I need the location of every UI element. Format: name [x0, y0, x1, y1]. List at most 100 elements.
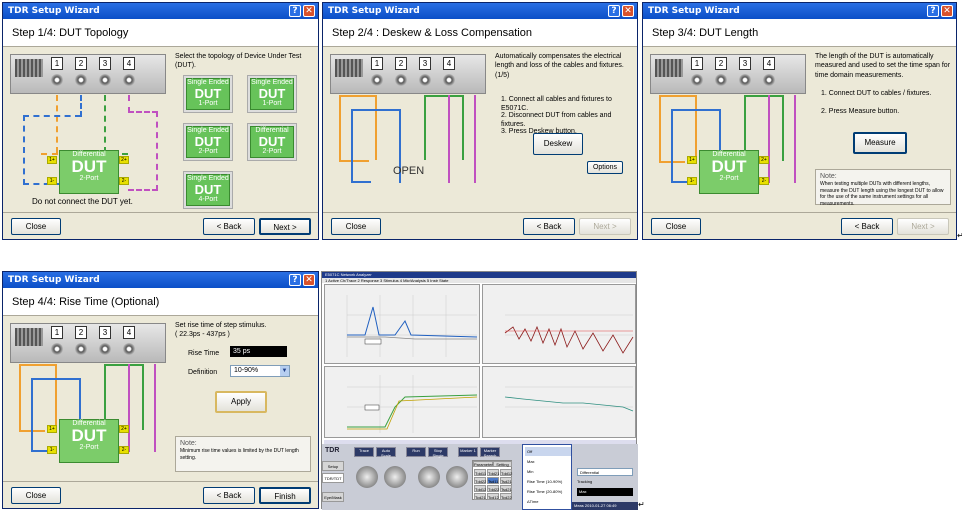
close-button[interactable]: Close: [11, 218, 61, 235]
close-window-button[interactable]: ✕: [303, 274, 315, 286]
dut-ports: 2-Port: [719, 175, 739, 182]
menu-item[interactable]: Rise Time (10-90%): [525, 477, 571, 486]
wizard-footer: Close < Back Next >: [643, 212, 956, 239]
title-bar: TDR Setup Wizard ? ✕: [643, 3, 956, 19]
option-ports: 2-Port: [262, 148, 282, 155]
close-button[interactable]: Close: [651, 218, 701, 235]
menu-item[interactable]: Off: [525, 447, 571, 456]
port-label-4: 4: [443, 57, 455, 70]
param-button[interactable]: Tsd21: [500, 485, 512, 492]
tab-parameters[interactable]: Parameters: [473, 461, 495, 467]
topology-option-se-1port-a[interactable]: Single Ended DUT 1-Port: [183, 75, 233, 113]
window-title: TDR Setup Wizard: [8, 275, 100, 285]
param-button[interactable]: Tcd21: [474, 493, 486, 500]
rise-time-input[interactable]: 35 ps: [230, 346, 287, 357]
next-button[interactable]: Next >: [579, 218, 631, 235]
deskew-button[interactable]: Deskew: [533, 133, 583, 155]
panel-grille: [15, 328, 43, 346]
param-button[interactable]: Tsd21: [500, 477, 512, 484]
close-button[interactable]: Close: [331, 218, 381, 235]
back-button[interactable]: < Back: [523, 218, 575, 235]
tracking-checkbox[interactable]: Tracking: [577, 478, 633, 486]
menu-item[interactable]: Min: [525, 467, 571, 476]
scale-knob-icon[interactable]: [356, 466, 378, 488]
parameter-grid: Parameters Setting Tdd11 Tdd21 Tdd12 Tdd22 T…: [472, 460, 512, 500]
cable-line: [128, 111, 158, 191]
port-connector-icon: [395, 74, 407, 86]
port-connector-icon: [419, 74, 431, 86]
menu-item[interactable]: Max: [525, 457, 571, 466]
softkey-stop-single[interactable]: Stop Single: [428, 447, 448, 458]
topology-option-se-4port[interactable]: Single Ended DUT 4-Port: [183, 171, 233, 209]
param-button[interactable]: Tsd11: [487, 477, 499, 484]
help-button[interactable]: ?: [608, 5, 620, 17]
mode-select[interactable]: Differential: [577, 468, 633, 476]
param-button[interactable]: Tdd21: [487, 469, 499, 476]
close-window-button[interactable]: ✕: [941, 5, 953, 17]
param-button[interactable]: Tcd12: [487, 493, 499, 500]
offset-knob-icon[interactable]: [384, 466, 406, 488]
wizard-footer: Close < Back Finish: [3, 481, 318, 508]
menu-item[interactable]: ΔTime: [525, 497, 571, 506]
back-button[interactable]: < Back: [841, 218, 893, 235]
pin-label: 2+: [119, 156, 129, 164]
param-button[interactable]: Tdd22: [474, 477, 486, 484]
back-button[interactable]: < Back: [203, 487, 255, 504]
softkey-marker[interactable]: Marker 1: [458, 447, 478, 457]
pin-label: 2-: [119, 446, 129, 454]
option-ports: 1-Port: [198, 100, 218, 107]
stop-knob-icon[interactable]: [446, 466, 468, 488]
pin-label: 2-: [119, 177, 129, 185]
dut-label: DUT: [711, 157, 747, 176]
param-button[interactable]: Tdd22: [487, 485, 499, 492]
chevron-down-icon[interactable]: ▼: [280, 366, 289, 376]
menu-item[interactable]: Rise Time (20-80%): [525, 487, 571, 496]
softkey-auto-scale[interactable]: Auto Scale: [376, 447, 396, 458]
help-button[interactable]: ?: [289, 5, 301, 17]
options-button[interactable]: Options: [587, 161, 623, 174]
help-button[interactable]: ?: [927, 5, 939, 17]
param-button[interactable]: Tdd12: [500, 469, 512, 476]
wizard-window-step2: TDR Setup Wizard ? ✕ Step 2/4 : Deskew &…: [322, 2, 638, 240]
port-label-2: 2: [75, 326, 87, 339]
start-knob-icon[interactable]: [418, 466, 440, 488]
topology-option-se-1port-b[interactable]: Single Ended DUT 1-Port: [247, 75, 297, 113]
option-ports: 2-Port: [198, 148, 218, 155]
measure-button[interactable]: Measure: [853, 132, 907, 154]
next-button[interactable]: Next >: [259, 218, 311, 235]
param-button[interactable]: Tdd12: [474, 485, 486, 492]
tab-setting[interactable]: Setting: [493, 461, 512, 467]
tab-tdr-tdt[interactable]: TDR/TDT: [322, 473, 344, 483]
status-bar: Meas 2010-01-27 06:49: [572, 502, 638, 510]
port-connector-icon: [99, 343, 111, 355]
step-heading: Step 2/4 : Deskew & Loss Compensation: [323, 19, 637, 47]
next-button[interactable]: Next >: [897, 218, 949, 235]
param-button[interactable]: Tcd22: [500, 493, 512, 500]
panel-grille: [15, 59, 43, 77]
tab-eye-mask[interactable]: Eye/Mask: [322, 492, 344, 502]
topology-option-diff-2port[interactable]: Differential DUT 2-Port: [247, 123, 297, 161]
close-window-button[interactable]: ✕: [303, 5, 315, 17]
softkey-run[interactable]: Run: [406, 447, 426, 457]
port-label-2: 2: [395, 57, 407, 70]
na-menu-bar[interactable]: 1 Active Ch/Trace 2 Response 3 Stimulus …: [322, 278, 636, 283]
target-value-field[interactable]: Max: [577, 488, 633, 496]
close-window-button[interactable]: ✕: [622, 5, 634, 17]
wizard-footer: Close < Back Next >: [323, 212, 637, 239]
softkey-marker-search[interactable]: Marker Search: [480, 447, 500, 458]
instrument-front-panel: 1234: [330, 54, 486, 94]
pin-label: 1+: [47, 156, 57, 164]
topology-option-se-2port[interactable]: Single Ended DUT 2-Port: [183, 123, 233, 161]
step-heading: Step 1/4: DUT Topology: [3, 19, 318, 47]
note-text: Minimum rise time values is limited by t…: [180, 448, 299, 461]
port-connector-icon: [51, 343, 63, 355]
close-button[interactable]: Close: [11, 487, 61, 504]
softkey-trace[interactable]: Trace: [354, 447, 374, 457]
param-button[interactable]: Tdd11: [474, 469, 486, 476]
tab-setup[interactable]: Setup: [322, 461, 344, 471]
finish-button[interactable]: Finish: [259, 487, 311, 504]
pin-label: 1+: [47, 425, 57, 433]
apply-button[interactable]: Apply: [215, 391, 267, 413]
back-button[interactable]: < Back: [203, 218, 255, 235]
help-button[interactable]: ?: [289, 274, 301, 286]
